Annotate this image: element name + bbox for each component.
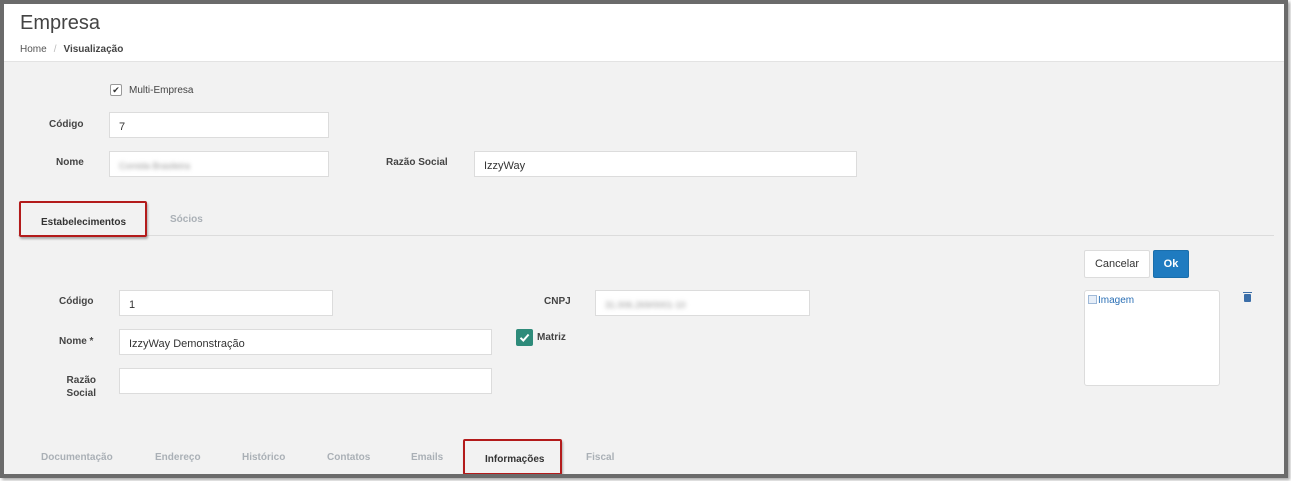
image-alt-text: Imagem bbox=[1098, 295, 1135, 306]
estab-razao-input[interactable] bbox=[119, 368, 492, 394]
tab-fiscal[interactable]: Fiscal bbox=[586, 452, 614, 463]
tab-historico[interactable]: Histórico bbox=[242, 452, 285, 463]
cnpj-value: 31.006.269/0001-10 bbox=[605, 300, 686, 310]
matriz-checkbox[interactable] bbox=[516, 329, 533, 346]
tab-emails[interactable]: Emails bbox=[411, 452, 443, 463]
multi-empresa-checkbox[interactable]: ✔ bbox=[110, 84, 122, 96]
tab-estabelecimentos-label: Estabelecimentos bbox=[41, 217, 127, 228]
main-tabs-divider bbox=[18, 235, 1274, 236]
estab-codigo-input[interactable]: 1 bbox=[119, 290, 333, 316]
page-title: Empresa bbox=[20, 12, 101, 34]
breadcrumb-home[interactable]: Home bbox=[20, 44, 47, 55]
cnpj-input[interactable]: 31.006.269/0001-10 bbox=[595, 290, 810, 316]
estab-razao-label-line2: Social bbox=[66, 388, 96, 399]
cancel-button[interactable]: Cancelar bbox=[1084, 250, 1150, 278]
razao-social-label: Razão Social bbox=[386, 157, 448, 168]
estab-codigo-label: Código bbox=[59, 296, 94, 307]
tab-informacoes[interactable]: Informações bbox=[463, 439, 562, 474]
codigo-label: Código bbox=[49, 119, 84, 130]
image-upload-box[interactable]: Imagem bbox=[1084, 290, 1220, 386]
breadcrumb-current: Visualização bbox=[63, 44, 124, 55]
broken-image-icon bbox=[1088, 295, 1097, 304]
razao-social-input[interactable]: IzzyWay bbox=[474, 151, 857, 177]
trash-icon[interactable] bbox=[1243, 292, 1252, 302]
tab-endereco[interactable]: Endereço bbox=[155, 452, 201, 463]
tab-documentacao[interactable]: Documentação bbox=[41, 452, 113, 463]
check-icon bbox=[519, 333, 530, 342]
app-window: Empresa Home / Visualização ✔ Multi-Empres… bbox=[0, 0, 1288, 478]
codigo-input[interactable]: 7 bbox=[109, 112, 329, 138]
estab-nome-label: Nome * bbox=[59, 336, 94, 347]
breadcrumb: Home / Visualização bbox=[20, 44, 123, 55]
tab-contatos[interactable]: Contatos bbox=[327, 452, 370, 463]
nome-input[interactable]: Comida Brasileira bbox=[109, 151, 329, 177]
multi-empresa-label: Multi-Empresa bbox=[129, 85, 194, 96]
tab-socios[interactable]: Sócios bbox=[170, 214, 203, 225]
estab-nome-input[interactable]: IzzyWay Demonstração bbox=[119, 329, 492, 355]
cnpj-label: CNPJ bbox=[544, 296, 571, 307]
estab-razao-label-line1: Razão bbox=[66, 375, 96, 386]
establishment-image: Imagem bbox=[1088, 295, 1134, 306]
estab-razao-label: Razão Social bbox=[54, 374, 96, 400]
nome-label: Nome bbox=[56, 157, 84, 168]
check-icon: ✔ bbox=[112, 85, 120, 95]
page-header: Empresa Home / Visualização bbox=[4, 4, 1284, 62]
ok-button[interactable]: Ok bbox=[1153, 250, 1189, 278]
matriz-label: Matriz bbox=[537, 332, 566, 343]
tab-informacoes-label: Informações bbox=[485, 454, 545, 465]
breadcrumb-separator: / bbox=[53, 44, 57, 55]
nome-value: Comida Brasileira bbox=[119, 161, 191, 171]
tab-estabelecimentos[interactable]: Estabelecimentos bbox=[19, 201, 147, 237]
